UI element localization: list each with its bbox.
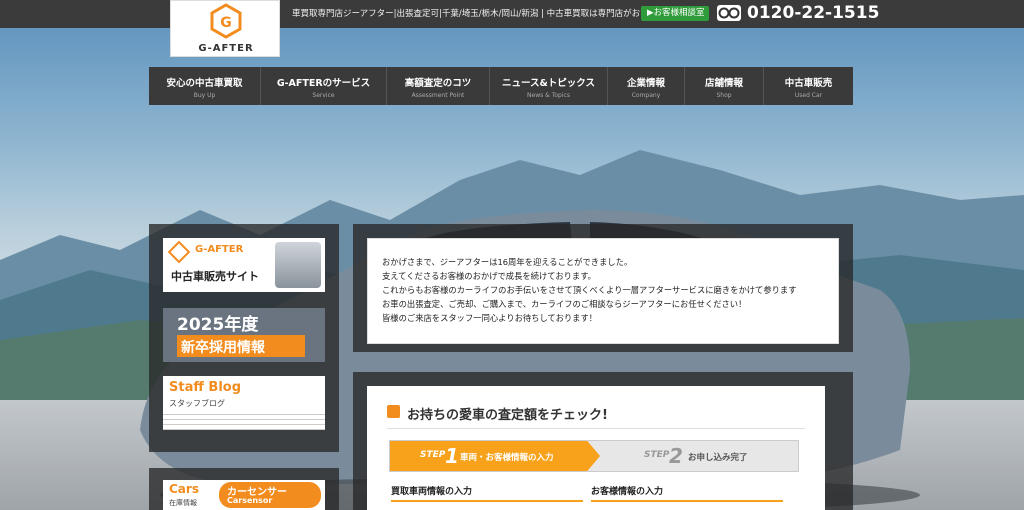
section-vehicle-heading: 買取車両情報の入力 — [391, 487, 473, 497]
nav-label: G-AFTERのサービス — [276, 78, 371, 89]
banner-blog-title: Staff Blog — [169, 380, 242, 395]
site-logo[interactable]: G G-AFTER — [170, 0, 280, 57]
logo-text: G-AFTER — [198, 43, 254, 54]
banner-recruit-label: 新卒採用情報 — [181, 340, 265, 356]
banner-car-photo — [275, 242, 321, 288]
nav-sublabel: Buy Up — [193, 92, 216, 99]
notebook-icon — [163, 410, 325, 430]
section-customer-heading: お客様情報の入力 — [591, 487, 664, 497]
assessment-form: お持ちの愛車の査定額をチェック! STEP 1 車両・お客様情報の入力 STEP… — [367, 386, 825, 510]
section-customer-rule — [591, 500, 783, 510]
nav-item-assessment[interactable]: 高額査定のコツ Assessment Point — [387, 67, 490, 105]
banner-blog-sub: スタッフブログ — [169, 399, 225, 408]
step-2-number: 2 — [669, 444, 683, 468]
banner-staff-blog[interactable]: Staff Blog スタッフブログ — [163, 376, 325, 430]
banner-label: 中古車販売サイト — [171, 270, 259, 283]
banner-carsensor[interactable]: Cars 在庫情報 カーセンサー Carsensor — [163, 480, 325, 510]
greeting-box: おかげさまで、ジーアフターは16周年を迎えることができました。 支えてくださるお… — [367, 238, 839, 344]
sidebar-lower: Cars 在庫情報 カーセンサー Carsensor — [149, 468, 339, 510]
form-title: お持ちの愛車の査定額をチェック! — [407, 408, 608, 423]
assessment-panel: お持ちの愛車の査定額をチェック! STEP 1 車両・お客様情報の入力 STEP… — [353, 372, 853, 510]
step-indicator: STEP 1 車両・お客様情報の入力 STEP 2 お申し込み完了 — [389, 440, 799, 472]
nav-label: 店舗情報 — [704, 78, 743, 89]
nav-item-shop[interactable]: 店舗情報 Shop — [685, 67, 764, 105]
nav-sublabel: News & Topics — [527, 92, 570, 99]
step-1-tag: STEP — [420, 450, 446, 460]
sidebar: G-AFTER 中古車販売サイト 2025年度 新卒採用情報 Staff Blo… — [149, 224, 339, 452]
nav-sublabel: Assessment Point — [411, 92, 465, 99]
nav-label: 高額査定のコツ — [404, 78, 472, 89]
banner-cars-title: Cars — [169, 482, 199, 496]
greeting-line: これからもお客様のカーライフのお手伝いをさせて頂くべくより一層アフターサービスに… — [382, 285, 797, 295]
banner-used-car-site[interactable]: G-AFTER 中古車販売サイト — [163, 238, 325, 292]
greeting-line: お車の出張査定、ご売却、ご購入まで、カーライフのご相談ならジーアフターにお任せく… — [382, 299, 747, 309]
nav-label: 中古車販売 — [784, 78, 833, 89]
nav-item-service[interactable]: G-AFTERのサービス Service — [261, 67, 387, 105]
nav-item-company[interactable]: 企業情報 Company — [608, 67, 685, 105]
banner-recruit-year: 2025年度 — [177, 315, 259, 335]
nav-label: ニュース&トピックス — [501, 78, 596, 89]
greeting-line: 支えてくださるお客様のおかげで成長を続けております。 — [382, 271, 596, 281]
svg-text:G: G — [220, 15, 232, 31]
nav-sublabel: Shop — [716, 92, 732, 99]
step-1-number: 1 — [445, 444, 459, 468]
carsensor-label-en: Carsensor — [227, 496, 273, 505]
banner-cars-sub: 在庫情報 — [169, 499, 197, 507]
nav-item-buy-up[interactable]: 安心の中古車買取 Buy Up — [149, 67, 261, 105]
consult-button[interactable]: ▶お客様相談室 — [641, 6, 709, 21]
greeting-line: おかげさまで、ジーアフターは16周年を迎えることができました。 — [382, 257, 633, 267]
nav-item-used-car[interactable]: 中古車販売 Used Car — [764, 67, 853, 105]
g-after-small-icon — [387, 405, 400, 418]
banner-brand-icon — [167, 240, 191, 264]
nav-label: 企業情報 — [626, 78, 665, 89]
banner-recruit[interactable]: 2025年度 新卒採用情報 — [163, 308, 325, 362]
divider — [387, 428, 805, 429]
banner-brand: G-AFTER — [195, 244, 244, 255]
step-2-label: お申し込み完了 — [688, 453, 748, 463]
freedial-icon — [717, 5, 741, 21]
consult-label: お客様相談室 — [653, 8, 705, 18]
nav-sublabel: Used Car — [794, 92, 823, 99]
greeting-line: 皆様のご来店をスタッフ一同心よりお待ちしております！ — [382, 313, 598, 323]
greeting-panel: おかげさまで、ジーアフターは16周年を迎えることができました。 支えてくださるお… — [353, 224, 853, 352]
section-vehicle-rule — [391, 500, 583, 510]
g-after-logo-icon: G — [210, 3, 242, 39]
step-1-label: 車両・お客様情報の入力 — [460, 453, 554, 463]
nav-item-news[interactable]: ニュース&トピックス News & Topics — [490, 67, 608, 105]
step-2-tag: STEP — [644, 450, 670, 460]
nav-sublabel: Company — [631, 92, 661, 99]
nav-label: 安心の中古車買取 — [166, 78, 243, 89]
nav-sublabel: Service — [312, 92, 335, 99]
phone-number[interactable]: 0120-22-1515 — [747, 3, 879, 23]
header-tagline: 車買取専門店ジーアフター|出張査定可|千葉/埼玉/栃木/岡山/新潟 | 中古車買… — [292, 9, 666, 19]
main-nav: 安心の中古車買取 Buy Up G-AFTERのサービス Service 高額査定の… — [149, 67, 853, 105]
